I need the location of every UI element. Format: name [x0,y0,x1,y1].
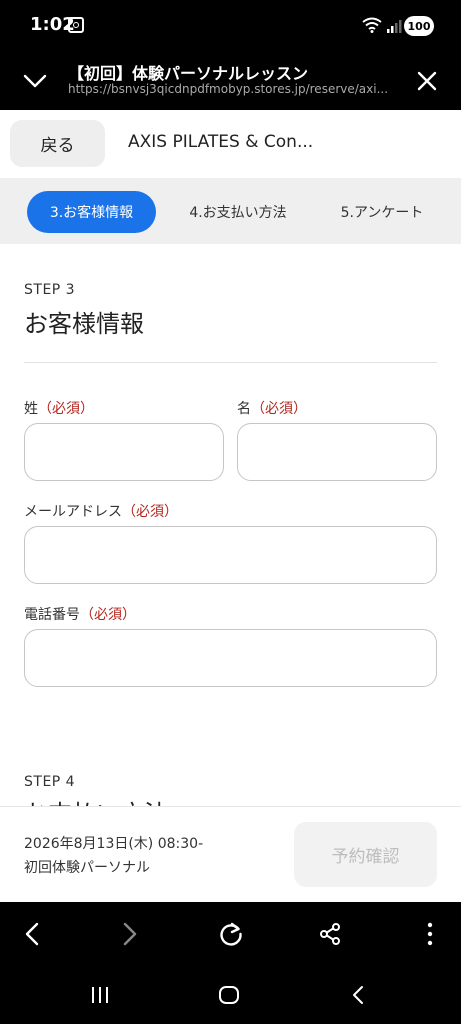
phone-label-text: 電話番号 [24,607,80,623]
system-back-button[interactable] [338,978,378,1012]
confirm-reservation-button[interactable]: 予約確認 [294,822,437,887]
step-label: STEP 3 [24,282,76,298]
status-bar: 1:02 100 [0,0,461,52]
screen-record-icon [68,17,84,33]
wifi-icon [362,17,382,33]
first-name-label: 名（必須） [237,398,307,418]
required-tag: （必須） [122,504,178,520]
phone-label: 電話番号（必須） [24,604,136,624]
booking-footer: 2026年8月13日(木) 08:30- 初回体験パーソナル 予約確認 [0,806,461,903]
more-icon [427,922,433,946]
more-options-button[interactable] [410,914,450,954]
email-field[interactable] [24,526,437,584]
back-nav-button[interactable] [12,914,52,954]
phone-field[interactable] [24,629,437,687]
share-button[interactable] [310,914,350,954]
last-name-label-text: 姓 [24,401,38,417]
reload-icon [220,922,242,946]
email-label-text: メールアドレス [24,504,122,520]
last-name-label: 姓（必須） [24,398,94,418]
section-title: お客様情報 [24,310,144,338]
reload-button[interactable] [211,914,251,954]
back-icon [25,922,39,946]
share-icon [320,923,340,945]
page-url[interactable]: https://bsnvsj3qicdnpdfmobyp.stores.jp/r… [68,82,393,96]
browser-toolbar [0,902,461,966]
divider [24,362,437,363]
collapse-button[interactable] [18,64,52,98]
back-button[interactable]: 戻る [10,120,105,167]
recents-button[interactable] [80,978,120,1012]
close-button[interactable] [410,64,444,98]
forward-nav-button[interactable] [110,914,150,954]
page-title: 【初回】体験パーソナルレッスン [68,64,309,83]
chevron-down-icon [23,74,47,88]
tab-step-survey[interactable]: 5.アンケート [332,191,432,233]
nav-back-icon [353,986,363,1004]
email-label: メールアドレス（必須） [24,501,178,521]
tab-step-payment[interactable]: 4.お支払い方法 [180,191,296,233]
tab-step-customer-info[interactable]: 3.お客様情報 [27,191,156,233]
recents-icon [92,987,108,1003]
steps-bar: 3.お客様情報 4.お支払い方法 5.アンケート [0,178,461,244]
close-icon [417,71,437,91]
next-step-label: STEP 4 [24,774,76,790]
booking-datetime: 2026年8月13日(木) 08:30- [24,836,204,852]
required-tag: （必須） [38,401,94,417]
system-nav-bar [0,966,461,1024]
home-button[interactable] [209,978,249,1012]
first-name-label-text: 名 [237,401,251,417]
store-name: AXIS PILATES & Con... [128,132,314,152]
browser-header: 【初回】体験パーソナルレッスン https://bsnvsj3qicdnpdfm… [0,52,461,110]
signal-icon [387,20,402,33]
required-tag: （必須） [251,401,307,417]
booking-plan: 初回体験パーソナル [24,860,150,876]
last-name-field[interactable] [24,423,224,481]
first-name-field[interactable] [237,423,437,481]
home-icon [219,986,239,1004]
battery-indicator: 100 [404,16,434,36]
required-tag: （必須） [80,607,136,623]
forward-icon [123,922,137,946]
